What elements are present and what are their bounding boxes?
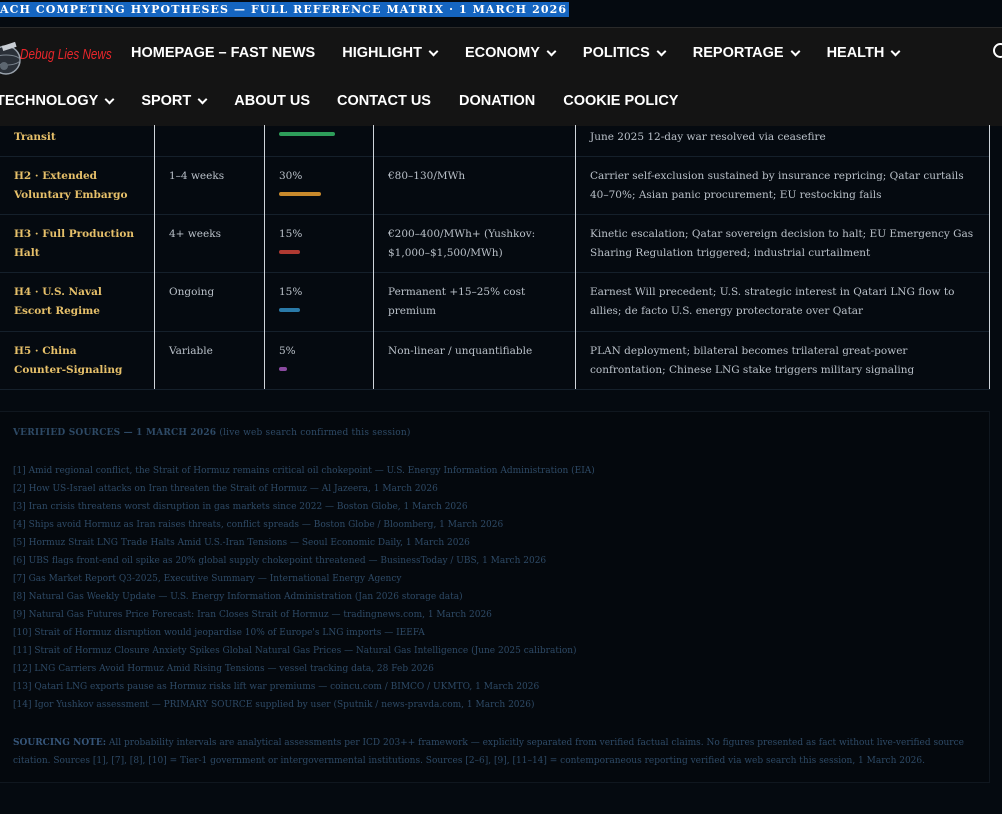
nav-technology[interactable]: TECHNOLOGY <box>0 93 115 109</box>
chevron-down-icon <box>656 46 667 56</box>
probability-text: 5% <box>279 345 296 357</box>
price-text: €200–400/MWh+ (Yushkov: $1,000–$1,500/MW… <box>388 228 536 259</box>
triggers-text: PLAN deployment; bilateral becomes trila… <box>590 345 915 376</box>
selected-heading-text[interactable]: ACH COMPETING HYPOTHESES — FULL REFERENC… <box>0 2 570 17</box>
chevron-down-icon <box>790 46 801 56</box>
probability-text: 15% <box>279 228 303 240</box>
source-item[interactable]: [7] Gas Market Report Q3-2025, Executive… <box>13 570 595 588</box>
column-divider <box>373 125 374 389</box>
main-nav-row-1: HOMEPAGE – FAST NEWS HIGHLIGHT ECONOMY P… <box>131 29 901 77</box>
hypothesis-label: H3 · Full Production Halt <box>14 228 135 259</box>
column-divider <box>989 125 990 389</box>
source-item[interactable]: [4] Ships avoid Hormuz as Iran raises th… <box>13 516 595 534</box>
site-logo[interactable]: Debug Lies News <box>0 34 112 76</box>
hypothesis-label: Transit <box>14 131 56 143</box>
nav-health[interactable]: HEALTH <box>827 45 901 61</box>
duration-text: 1–4 weeks <box>169 170 225 182</box>
sources-list: [1] Amid regional conflict, the Strait o… <box>13 462 595 714</box>
nav-donation[interactable]: DONATION <box>459 93 535 109</box>
probability-text: 15% <box>279 286 303 298</box>
nav-cookie-policy[interactable]: COOKIE POLICY <box>563 93 678 109</box>
source-item[interactable]: [1] Amid regional conflict, the Strait o… <box>13 462 595 480</box>
nav-about-us[interactable]: ABOUT US <box>234 93 310 109</box>
price-text: €80–130/MWh <box>388 170 466 182</box>
main-nav-row-2: TECHNOLOGY SPORT ABOUT US CONTACT US DON… <box>0 77 678 125</box>
chevron-down-icon <box>428 46 439 56</box>
source-item[interactable]: [5] Hormuz Strait LNG Trade Halts Amid U… <box>13 534 595 552</box>
source-item[interactable]: [12] LNG Carriers Avoid Hormuz Amid Risi… <box>13 660 595 678</box>
sourcing-note: SOURCING NOTE: All probability intervals… <box>13 738 964 766</box>
probability-bar <box>279 191 321 196</box>
nav-reportage[interactable]: REPORTAGE <box>693 45 801 61</box>
nav-politics[interactable]: POLITICS <box>583 45 667 61</box>
chevron-down-icon <box>546 46 557 56</box>
source-item[interactable]: [3] Iran crisis threatens worst disrupti… <box>13 498 595 516</box>
hypothesis-label: H2 · Extended Voluntary Embargo <box>14 170 128 201</box>
duration-text: Variable <box>169 345 213 357</box>
nav-sport[interactable]: SPORT <box>141 93 208 109</box>
source-item[interactable]: [11] Strait of Hormuz Closure Anxiety Sp… <box>13 642 595 660</box>
probability-text: 30% <box>279 170 303 182</box>
chevron-down-icon <box>197 94 208 104</box>
source-item[interactable]: [2] How US-Israel attacks on Iran threat… <box>13 480 595 498</box>
source-item[interactable]: [13] Qatari LNG exports pause as Hormuz … <box>13 678 595 696</box>
triggers-text: Earnest Will precedent; U.S. strategic i… <box>590 286 955 317</box>
source-item[interactable]: [9] Natural Gas Futures Price Forecast: … <box>13 606 595 624</box>
price-text: Non-linear / unquantifiable <box>388 345 533 357</box>
source-item[interactable]: [14] Igor Yushkov assessment — PRIMARY S… <box>13 696 595 714</box>
search-icon[interactable] <box>993 43 1002 58</box>
source-item[interactable]: [6] UBS flags front-end oil spike as 20%… <box>13 552 595 570</box>
triggers-text: June 2025 12-day war resolved via ceasef… <box>590 131 826 143</box>
source-item[interactable]: [10] Strait of Hormuz disruption would j… <box>13 624 595 642</box>
price-text: Permanent +15–25% cost premium <box>388 286 526 317</box>
top-band: ACH COMPETING HYPOTHESES — FULL REFERENC… <box>0 0 1002 20</box>
sources-heading: VERIFIED SOURCES — 1 MARCH 2026 (live we… <box>13 428 411 438</box>
table-row: H5 · China Counter-Signaling Variable 5%… <box>0 331 990 390</box>
column-divider <box>575 125 576 389</box>
hypothesis-label: H4 · U.S. Naval Escort Regime <box>14 286 102 317</box>
probability-bar <box>279 249 300 254</box>
nav-contact-us[interactable]: CONTACT US <box>337 93 431 109</box>
table-row: H2 · Extended Voluntary Embargo 1–4 week… <box>0 156 990 215</box>
logo-text: Debug Lies News <box>20 46 112 63</box>
nav-economy[interactable]: ECONOMY <box>465 45 557 61</box>
source-item[interactable]: [8] Natural Gas Weekly Update — U.S. Ene… <box>13 588 595 606</box>
chevron-down-icon <box>104 94 115 104</box>
triggers-text: Kinetic escalation; Qatar sovereign deci… <box>590 228 974 259</box>
probability-bar <box>279 307 300 312</box>
site-header: Debug Lies News HOMEPAGE – FAST NEWS HIG… <box>0 27 1002 126</box>
table-row: Transit June 2025 12-day war resolved vi… <box>0 125 990 157</box>
nav-homepage[interactable]: HOMEPAGE – FAST NEWS <box>131 45 315 61</box>
column-divider <box>154 125 155 389</box>
duration-text: 4+ weeks <box>169 228 221 240</box>
verified-sources-panel: VERIFIED SOURCES — 1 MARCH 2026 (live we… <box>0 411 990 783</box>
table-row: H3 · Full Production Halt 4+ weeks 15% €… <box>0 214 990 273</box>
nav-highlight[interactable]: HIGHLIGHT <box>342 45 439 61</box>
column-divider <box>264 125 265 389</box>
table-row: H4 · U.S. Naval Escort Regime Ongoing 15… <box>0 272 990 332</box>
triggers-text: Carrier self-exclusion sustained by insu… <box>590 170 964 201</box>
probability-bar <box>279 366 287 371</box>
probability-bar <box>279 132 335 136</box>
hypothesis-label: H5 · China Counter-Signaling <box>14 345 123 376</box>
duration-text: Ongoing <box>169 286 215 298</box>
chevron-down-icon <box>890 46 901 56</box>
